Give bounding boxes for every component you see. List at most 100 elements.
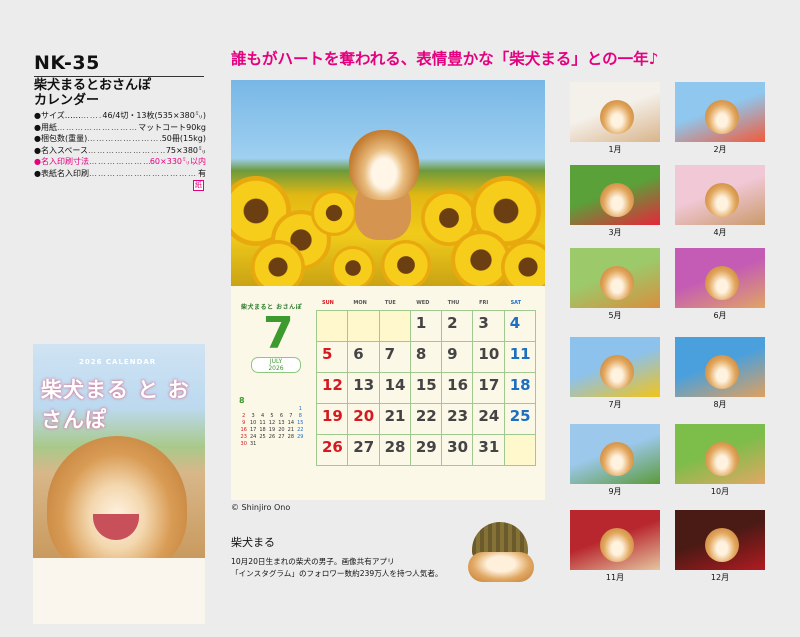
next-month-mini-calendar: 8 1 2 3 4 5 6 7 8 9 10 11 12 13 14 15 16 17 18 19 20 21 22 23 2… — [239, 396, 305, 448]
weekday-label: SUN — [322, 300, 334, 306]
month-label: 7月 — [608, 400, 622, 409]
mini-month-number: 8 — [239, 396, 245, 405]
month-dog — [705, 266, 739, 300]
bio-name: 柴犬まる — [231, 536, 275, 549]
spec-leader — [57, 122, 138, 134]
product-name-line2: カレンダー — [34, 93, 100, 108]
cover-title: 柴犬まる と おさんぽ — [41, 378, 190, 432]
mini-day: 7 — [289, 413, 293, 419]
bio-line-1: 10月20日生まれの柴犬の男子。画像共有アプリ — [231, 557, 395, 566]
mini-day: 25 — [259, 434, 266, 440]
mini-day: 13 — [278, 420, 285, 426]
spec-value: 60×330㍉以内 — [149, 157, 206, 167]
month-thumbnail[interactable] — [675, 82, 765, 142]
empty-day-cell — [348, 311, 380, 342]
month-thumbnail[interactable] — [570, 165, 660, 225]
paper-badge: 紙 — [193, 180, 204, 191]
day-cell: 24 — [473, 404, 505, 435]
month-label: 3月 — [608, 228, 622, 237]
mini-day: 17 — [249, 427, 257, 433]
spec-label: ●サイズ…… — [34, 111, 81, 120]
mini-day: 5 — [270, 413, 274, 419]
mini-day — [277, 406, 286, 413]
mini-day: 9 — [242, 420, 246, 426]
month-thumbnail[interactable] — [675, 165, 765, 225]
spec-value: 75×380㍉ — [165, 145, 206, 155]
spec-value: 46/4切・13枚(535×380㍉) — [102, 111, 206, 120]
month-thumbnail[interactable] — [675, 510, 765, 570]
mini-day: 15 — [297, 420, 304, 426]
headline: 誰もがハートを奪われる、表情豊かな「柴犬まる」との一年♪ — [231, 50, 659, 68]
month-dog — [705, 442, 739, 476]
month-thumbnail[interactable] — [675, 248, 765, 308]
day-cells: 1 2 3 4 5 6 7 8 9 10 11 12 13 14 15 16 17 18 19 20 21 22 23 24 2… — [316, 310, 536, 466]
main-photo — [231, 80, 545, 286]
month-label: 10月 — [710, 487, 730, 496]
title-divider — [34, 76, 204, 77]
weekday-label: SAT — [510, 300, 522, 306]
mini-day: 22 — [297, 427, 304, 433]
month-dog — [600, 183, 634, 217]
mini-day: 12 — [268, 420, 276, 426]
mini-day — [258, 406, 267, 413]
mini-day: 30 — [240, 441, 247, 447]
mini-day — [239, 406, 248, 413]
day-cell: 4 — [504, 311, 536, 342]
empty-day-cell — [317, 311, 349, 342]
spec-row: ●梱包数(重量) 50冊(15kg) — [34, 133, 206, 145]
spec-value: 50冊(15kg) — [161, 134, 206, 144]
month-dog — [705, 100, 739, 134]
day-cell: 20 — [348, 404, 380, 435]
month-label: 1月 — [608, 145, 622, 154]
month-thumbnail[interactable] — [570, 82, 660, 142]
month-thumbnail[interactable] — [570, 510, 660, 570]
month-thumbnail[interactable] — [570, 248, 660, 308]
mini-day: 28 — [287, 434, 295, 440]
month-thumbnail[interactable] — [570, 424, 660, 484]
day-cell: 22 — [410, 404, 443, 435]
month-dog — [705, 528, 739, 562]
month-thumbnail[interactable] — [675, 337, 765, 397]
spec-row: ●用紙 マットコート90kg — [34, 122, 206, 134]
bone-month-en: JULY — [269, 358, 283, 365]
product-code: NK-35 — [34, 52, 100, 74]
mini-grid: 1 2 3 4 5 6 7 8 9 10 11 12 13 14 15 16 17 18 19 20 21 22 23 24 2… — [239, 406, 305, 448]
month-label: 4月 — [713, 228, 727, 237]
bio-dog-face — [468, 552, 534, 582]
day-cell: 11 — [504, 342, 536, 373]
month-dog — [600, 528, 634, 562]
spec-leader — [89, 156, 150, 168]
day-cell: 21 — [379, 404, 411, 435]
day-cell: 17 — [473, 373, 505, 404]
month-label: 9月 — [608, 487, 622, 496]
product-name: 柴犬まるとおさんぽ カレンダー — [34, 78, 209, 108]
spec-leader — [87, 133, 161, 145]
mini-day: 16 — [240, 427, 247, 433]
mini-day: 4 — [260, 413, 265, 419]
weekday-header: SUN MON TUE WED THU FRI SAT — [316, 300, 536, 310]
spec-value: マットコート90kg — [138, 122, 206, 132]
day-cell: 26 — [317, 435, 349, 466]
spec-row: ●表紙名入印刷 有 — [34, 168, 206, 180]
month-label: 11月 — [605, 573, 625, 582]
spec-leader — [89, 168, 198, 180]
main-dog-face — [349, 130, 419, 200]
bone-year: 2026 — [268, 365, 284, 372]
month-dog — [600, 442, 634, 476]
calendar-page[interactable]: 柴犬まると おさんぽ 7 JULY 2026 8 1 2 3 4 5 6 7 8 9 10 11 12… — [231, 80, 545, 500]
cover-year: 2026 CALENDAR — [79, 358, 157, 366]
cover-thumbnail[interactable]: 2026 CALENDAR 柴犬まる と おさんぽ — [33, 344, 205, 624]
mini-day: 23 — [240, 434, 247, 440]
mini-day: 19 — [268, 427, 276, 433]
spec-leader — [81, 110, 103, 122]
day-cell: 6 — [348, 342, 380, 373]
day-cell: 27 — [348, 435, 380, 466]
mini-day: 20 — [278, 427, 285, 433]
month-thumbnail[interactable] — [675, 424, 765, 484]
month-thumbnail[interactable] — [570, 337, 660, 397]
day-cell: 2 — [442, 311, 474, 342]
mini-day: 11 — [259, 420, 266, 426]
day-cell: 5 — [317, 342, 349, 373]
spec-label: ●名入印刷寸法 — [34, 157, 89, 167]
spec-leader — [88, 145, 166, 157]
